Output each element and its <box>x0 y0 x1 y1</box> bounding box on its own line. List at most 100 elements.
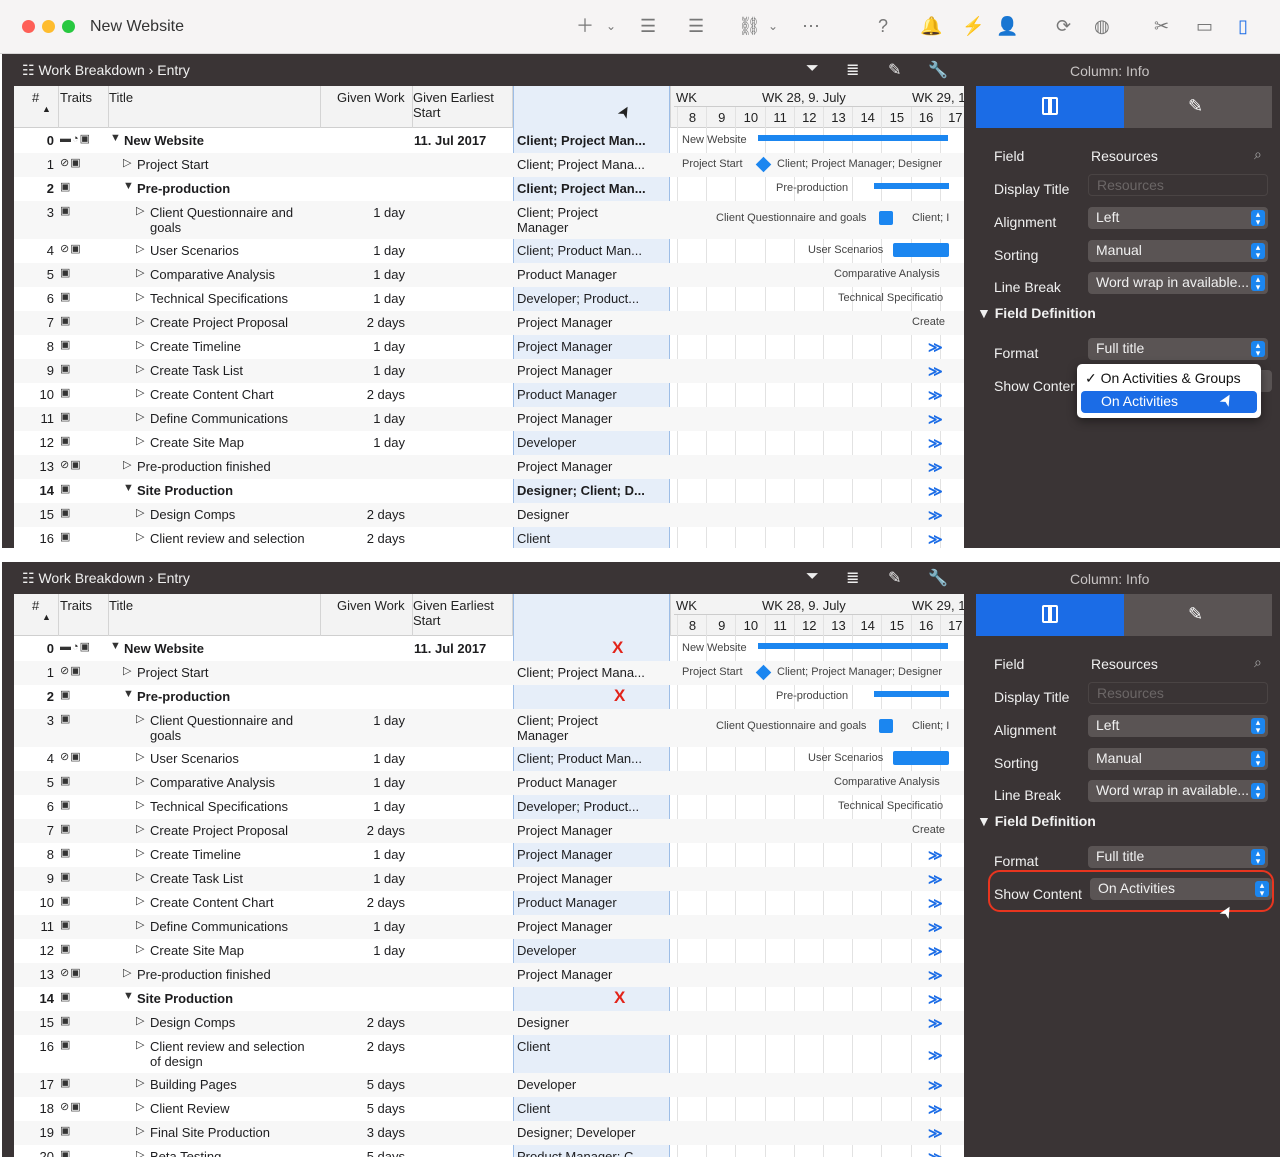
row-given-work[interactable]: 1 day <box>320 435 405 450</box>
more-right-icon[interactable]: ≫ <box>928 1101 943 1118</box>
row-resources[interactable]: Project Manager <box>517 823 667 838</box>
more-right-icon[interactable]: ≫ <box>928 847 943 864</box>
row-resources[interactable]: Developer <box>517 943 667 958</box>
row-resources[interactable]: Product Manager <box>517 387 667 402</box>
col-given-start-header[interactable]: Given Earliest <box>413 90 494 105</box>
more-right-icon[interactable]: ≫ <box>928 363 943 380</box>
table-row[interactable]: 10 ▣ ▷ Create Content Chart 2 days Product Ma… <box>14 383 964 407</box>
col-number-header[interactable]: # <box>32 598 39 613</box>
row-title[interactable]: Create Content Chart <box>150 387 314 402</box>
row-title[interactable]: Pre-production finished <box>137 967 314 982</box>
disclosure-collapsed-icon[interactable]: ▷ <box>136 1100 144 1113</box>
disclosure-collapsed-icon[interactable]: ▷ <box>136 1148 144 1157</box>
search-icon[interactable]: ⌕ <box>1254 146 1262 163</box>
row-given-work[interactable]: 1 day <box>320 243 405 258</box>
table-row[interactable]: 17 ▣ ▷ Building Pages 5 days Developer <box>14 1073 964 1097</box>
table-row[interactable]: 7 ▣ ▷ Create Project Proposal 2 days Project … <box>14 819 964 843</box>
col-given-work-header[interactable]: Given Work <box>337 598 405 613</box>
disclosure-collapsed-icon[interactable]: ▷ <box>136 774 144 787</box>
row-given-work[interactable]: 2 days <box>320 895 405 910</box>
row-given-start[interactable]: 11. Jul 2017 <box>414 641 486 656</box>
row-title[interactable]: Create Project Proposal <box>150 315 314 330</box>
disclosure-collapsed-icon[interactable]: ▷ <box>136 894 144 907</box>
table-row[interactable]: 5 ▣ ▷ Comparative Analysis 1 day Product Mana… <box>14 771 964 795</box>
disclosure-collapsed-icon[interactable]: ▷ <box>136 846 144 859</box>
row-given-work[interactable]: 2 days <box>320 507 405 522</box>
row-title[interactable]: Comparative Analysis <box>150 775 314 790</box>
row-given-work[interactable]: 1 day <box>320 943 405 958</box>
disclosure-collapsed-icon[interactable]: ▷ <box>123 966 131 979</box>
disclosure-collapsed-icon[interactable]: ▷ <box>136 1076 144 1089</box>
table-row[interactable]: 11 ▣ ▷ Define Communications 1 day Project Ma… <box>14 915 964 939</box>
row-title[interactable]: Design Comps <box>150 1015 314 1030</box>
gantt-summary-bar[interactable] <box>874 691 949 697</box>
table-row[interactable]: 10 ▣ ▷ Create Content Chart 2 days Product Ma… <box>14 891 964 915</box>
more-right-icon[interactable]: ≫ <box>928 1077 943 1094</box>
add-icon[interactable]: ＋ <box>576 15 594 37</box>
table-row[interactable]: 20 ▣ ▷ Beta Testing 5 days Product Manager; C… <box>14 1145 964 1157</box>
disclosure-collapsed-icon[interactable]: ▷ <box>136 362 144 375</box>
row-given-work[interactable]: 3 days <box>320 1125 405 1140</box>
row-title[interactable]: New Website <box>124 641 314 656</box>
info-tab[interactable] <box>976 594 1124 636</box>
row-title[interactable]: Client Review <box>150 1101 314 1116</box>
row-title[interactable]: Technical Specifications <box>150 799 314 814</box>
table-row[interactable]: 16 ▣ ▷ Client review and selection of desig… <box>14 1035 964 1073</box>
row-resources[interactable]: Project Manager <box>517 967 667 982</box>
row-title[interactable]: Define Communications <box>150 411 314 426</box>
alignment-select[interactable]: Left ▴ ▾ <box>1088 207 1268 229</box>
breadcrumb[interactable]: ☷ Work Breakdown › Entry <box>22 570 190 587</box>
breadcrumb[interactable]: ☷ Work Breakdown › Entry <box>22 62 190 79</box>
more-right-icon[interactable]: ≫ <box>928 991 943 1008</box>
sort-ascending-icon[interactable]: ▲ <box>42 610 51 625</box>
table-row[interactable]: 15 ▣ ▷ Design Comps 2 days Designer <box>14 1011 964 1035</box>
row-given-work[interactable]: 1 day <box>320 871 405 886</box>
disclosure-collapsed-icon[interactable]: ▷ <box>136 434 144 447</box>
table-row[interactable]: 6 ▣ ▷ Technical Specifications 1 day Develope… <box>14 287 964 311</box>
table-row[interactable]: 8 ▣ ▷ Create Timeline 1 day Project Manager <box>14 843 964 867</box>
disclosure-collapsed-icon[interactable]: ▷ <box>136 506 144 519</box>
chevron-down-icon[interactable]: ⌄ <box>768 15 778 37</box>
globe-icon[interactable]: ◍ <box>1094 15 1110 37</box>
gantt-summary-bar[interactable] <box>758 643 948 649</box>
col-given-start-header[interactable]: Given Earliest <box>413 598 494 613</box>
row-title[interactable]: Site Production <box>137 483 314 498</box>
gantt-task-bar[interactable] <box>879 211 893 225</box>
row-given-work[interactable]: 2 days <box>320 1015 405 1030</box>
row-given-work[interactable]: 1 day <box>320 267 405 282</box>
brush-icon[interactable]: ✎ <box>888 568 901 588</box>
disclosure-collapsed-icon[interactable]: ▷ <box>136 386 144 399</box>
wrench-icon[interactable]: 🔧 <box>928 60 948 80</box>
row-given-work[interactable]: 1 day <box>320 363 405 378</box>
row-resources[interactable]: Client; Product Man... <box>517 243 667 258</box>
align-icon[interactable]: ≣ <box>846 568 859 588</box>
row-given-work[interactable]: 2 days <box>320 1039 405 1054</box>
row-title[interactable]: Client Questionnaire and goals <box>150 205 314 235</box>
sidebar-icon[interactable]: ▯ <box>1238 15 1248 37</box>
row-given-work[interactable]: 1 day <box>320 411 405 426</box>
row-title[interactable]: Create Timeline <box>150 339 314 354</box>
table-row[interactable]: 13 ⊘▣ ▷ Pre-production finished Project Mana… <box>14 455 964 479</box>
row-given-work[interactable]: 1 day <box>320 291 405 306</box>
tools-icon[interactable]: ✂ <box>1154 15 1169 37</box>
line-break-select[interactable]: Word wrap in available... ▴ ▾ <box>1088 780 1268 802</box>
disclosure-collapsed-icon[interactable]: ▷ <box>136 870 144 883</box>
row-title[interactable]: User Scenarios <box>150 243 314 258</box>
row-title[interactable]: Final Site Production <box>150 1125 314 1140</box>
more-icon[interactable]: ⋯ <box>802 15 820 37</box>
row-resources[interactable]: Developer; Product... <box>517 799 667 814</box>
disclosure-collapsed-icon[interactable]: ▷ <box>136 204 144 217</box>
disclosure-collapsed-icon[interactable]: ▷ <box>136 942 144 955</box>
wrench-icon[interactable]: 🔧 <box>928 568 948 588</box>
row-resources[interactable]: Developer; Product... <box>517 291 667 306</box>
gantt-summary-bar[interactable] <box>874 183 949 189</box>
row-given-work[interactable]: 1 day <box>320 205 405 220</box>
person-icon[interactable]: 👤 <box>996 15 1018 37</box>
minimize-button[interactable] <box>42 20 55 33</box>
table-row[interactable]: 7 ▣ ▷ Create Project Proposal 2 days Project … <box>14 311 964 335</box>
row-resources[interactable]: Project Manager <box>517 411 667 426</box>
display-title-field[interactable]: Resources <box>1088 174 1268 196</box>
more-right-icon[interactable]: ≫ <box>928 483 943 500</box>
table-row[interactable]: 9 ▣ ▷ Create Task List 1 day Project Manager <box>14 867 964 891</box>
table-row[interactable]: 18 ⊘▣ ▷ Client Review 5 days Client <box>14 1097 964 1121</box>
